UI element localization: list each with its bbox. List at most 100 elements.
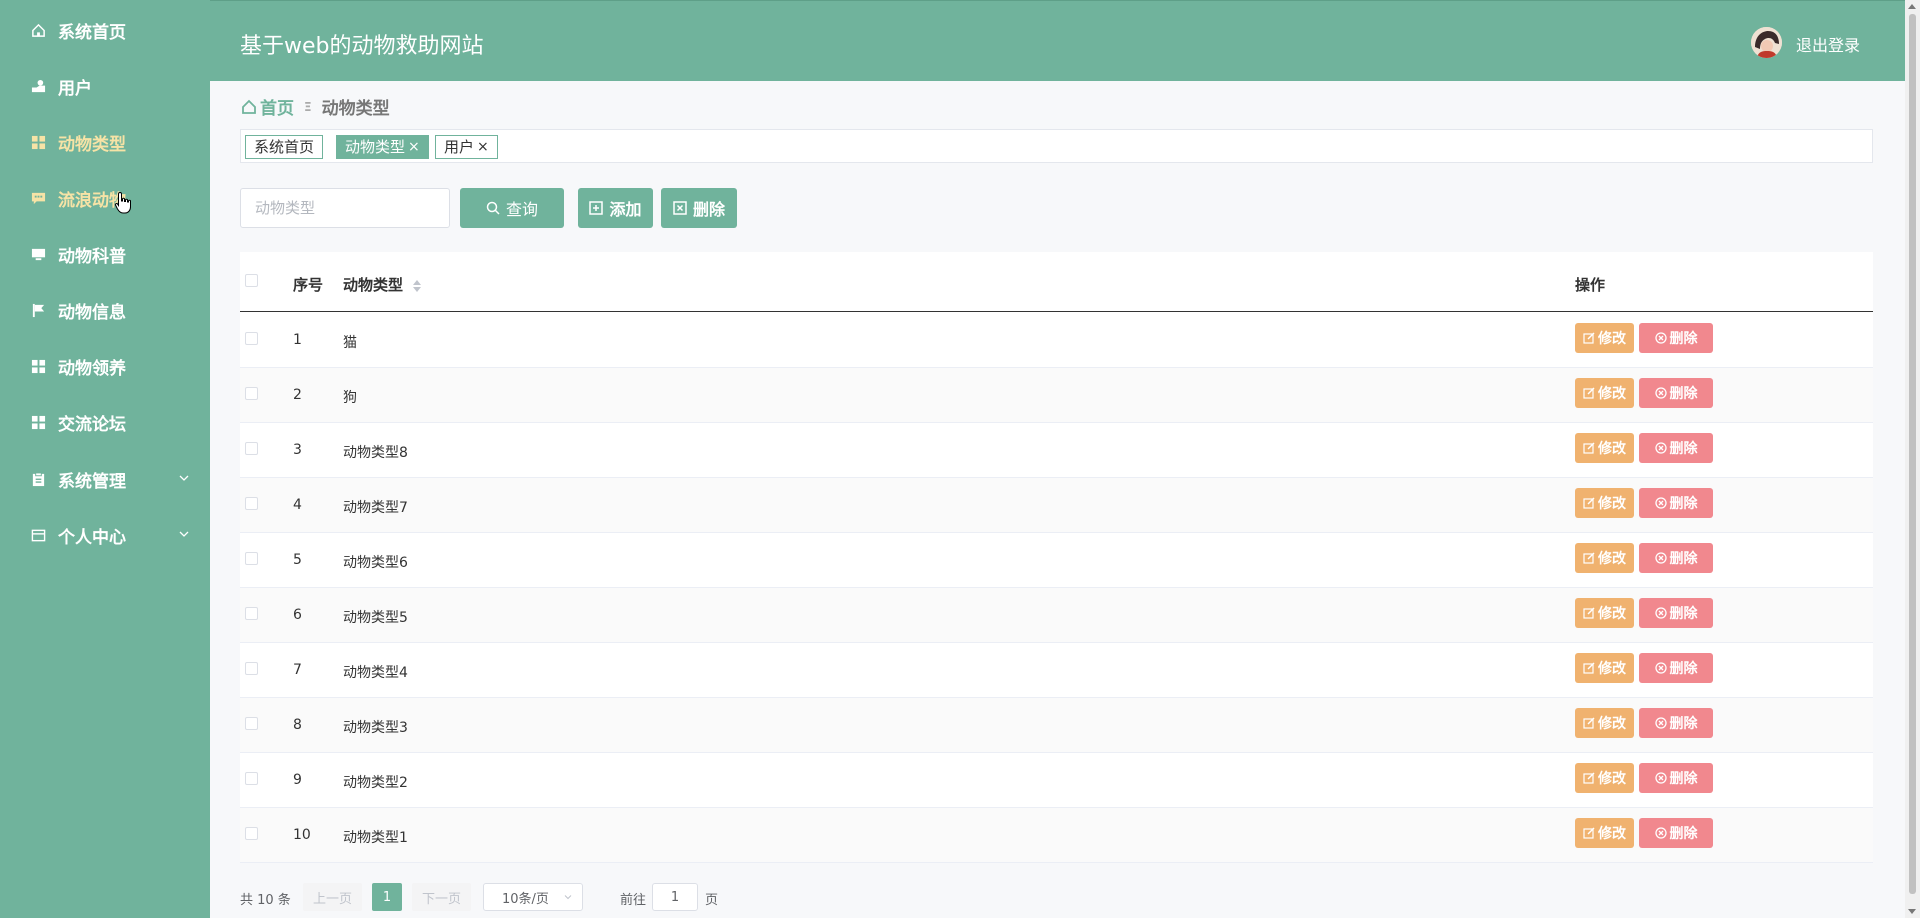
edit-button[interactable]: 修改 — [1575, 818, 1634, 848]
row-index: 6 — [293, 607, 302, 623]
column-header-type[interactable]: 动物类型 — [343, 274, 422, 295]
column-header-index: 序号 — [293, 276, 324, 294]
delete-button-label: 删除 — [1669, 606, 1698, 622]
delete-button[interactable]: 删除 — [1639, 763, 1713, 793]
next-page-button[interactable]: 下一页 — [412, 883, 472, 911]
row-checkbox[interactable] — [245, 387, 258, 400]
vertical-scrollbar[interactable] — [1905, 0, 1920, 918]
row-animal-type: 动物类型2 — [343, 775, 408, 791]
tag-home[interactable]: 系统首页 — [245, 135, 324, 159]
search-input[interactable] — [240, 188, 450, 228]
sidebar-item-user[interactable]: 用户 — [0, 66, 210, 106]
delete-button[interactable]: 删除 — [1639, 433, 1713, 463]
circle-close-icon — [1654, 387, 1667, 399]
row-checkbox[interactable] — [245, 552, 258, 565]
logout-button[interactable]: 退出登录 — [1796, 32, 1860, 56]
sidebar-item-label: 系统管理 — [58, 471, 126, 492]
sidebar-item-stray-animals[interactable]: 流浪动物 — [0, 178, 210, 218]
edit-icon — [1583, 332, 1595, 344]
edit-button-label: 修改 — [1598, 716, 1626, 732]
table-row: 8 动物类型3 修改 删除 — [240, 698, 1873, 753]
breadcrumb-home[interactable]: 首页 — [241, 94, 294, 119]
edit-icon — [1583, 827, 1595, 839]
delete-button[interactable]: 删除 — [1639, 818, 1713, 848]
row-checkbox[interactable] — [245, 772, 258, 785]
table-row: 9 动物类型2 修改 删除 — [240, 753, 1873, 808]
clipboard-icon — [31, 471, 46, 487]
circle-close-icon — [1654, 497, 1667, 509]
row-checkbox[interactable] — [245, 332, 258, 345]
select-all-checkbox[interactable] — [245, 274, 258, 287]
row-checkbox[interactable] — [245, 717, 258, 730]
circle-close-icon — [1654, 662, 1667, 674]
sidebar-item-animal-science[interactable]: 动物科普 — [0, 234, 210, 274]
delete-button-label: 删除 — [1669, 386, 1698, 402]
close-icon[interactable]: × — [477, 136, 489, 158]
edit-button[interactable]: 修改 — [1575, 488, 1634, 518]
delete-button[interactable]: 删除 — [1639, 543, 1713, 573]
column-header-actions: 操作 — [1575, 276, 1606, 294]
sidebar-item-system-admin[interactable]: 系统管理 — [0, 459, 210, 499]
sidebar-item-animal-type[interactable]: 动物类型 — [0, 122, 210, 162]
prev-page-button[interactable]: 上一页 — [303, 883, 363, 911]
sidebar-item-home[interactable]: 系统首页 — [0, 10, 210, 50]
scroll-down-icon[interactable] — [1908, 909, 1916, 914]
page-size-select[interactable]: 10条/页 — [483, 883, 583, 911]
row-animal-type: 动物类型1 — [343, 830, 408, 846]
scrollbar-thumb[interactable] — [1909, 14, 1916, 894]
tag-animal-type[interactable]: 动物类型 × — [336, 135, 429, 159]
edit-button-label: 修改 — [1598, 826, 1626, 842]
delete-button[interactable]: 删除 — [1639, 653, 1713, 683]
edit-icon — [1583, 442, 1595, 454]
edit-button[interactable]: 修改 — [1575, 323, 1634, 353]
delete-button[interactable]: 删除 — [1639, 378, 1713, 408]
edit-button[interactable]: 修改 — [1575, 763, 1634, 793]
add-button[interactable]: 添加 — [578, 188, 653, 228]
row-checkbox[interactable] — [245, 662, 258, 675]
delete-button[interactable]: 删除 — [1639, 323, 1713, 353]
table-header: 序号 动物类型 操作 — [240, 252, 1873, 312]
sidebar-item-forum[interactable]: 交流论坛 — [0, 402, 210, 442]
sidebar-item-animal-info[interactable]: 动物信息 — [0, 290, 210, 330]
row-index: 5 — [293, 552, 302, 568]
row-checkbox[interactable] — [245, 827, 258, 840]
breadcrumb-current: 动物类型 — [321, 99, 390, 119]
row-index: 2 — [293, 387, 302, 403]
row-checkbox[interactable] — [245, 442, 258, 455]
goto-prefix: 前往 — [620, 893, 647, 908]
edit-button[interactable]: 修改 — [1575, 378, 1634, 408]
delete-button[interactable]: 删除 — [1639, 598, 1713, 628]
sidebar: 系统首页 用户 动物类型 流浪动物 动物科普 动物信息 动物领养 交流论坛 系统… — [0, 0, 210, 918]
batch-delete-button[interactable]: 删除 — [661, 188, 737, 228]
table-row: 3 动物类型8 修改 删除 — [240, 423, 1873, 478]
edit-button[interactable]: 修改 — [1575, 543, 1634, 573]
avatar[interactable] — [1751, 27, 1782, 58]
edit-button[interactable]: 修改 — [1575, 708, 1634, 738]
delete-button[interactable]: 删除 — [1639, 708, 1713, 738]
sidebar-item-adoption[interactable]: 动物领养 — [0, 346, 210, 386]
sidebar-item-label: 交流论坛 — [58, 414, 126, 435]
breadcrumb-separator: Ξ — [304, 99, 312, 114]
page-number-button[interactable]: 1 — [372, 883, 402, 911]
edit-button[interactable]: 修改 — [1575, 598, 1634, 628]
sort-icon[interactable] — [413, 279, 422, 292]
sidebar-item-personal-center[interactable]: 个人中心 — [0, 515, 210, 555]
delete-square-icon — [673, 201, 687, 215]
scroll-up-icon[interactable] — [1908, 4, 1916, 9]
edit-button-label: 修改 — [1598, 661, 1626, 677]
delete-button[interactable]: 删除 — [1639, 488, 1713, 518]
goto-page-input[interactable] — [652, 883, 698, 911]
edit-button-label: 修改 — [1598, 441, 1626, 457]
close-icon[interactable]: × — [408, 136, 420, 158]
edit-button[interactable]: 修改 — [1575, 433, 1634, 463]
app-title: 基于web的动物救助网站 — [240, 34, 484, 59]
edit-button-label: 修改 — [1598, 331, 1626, 347]
tag-user[interactable]: 用户 × — [435, 135, 498, 159]
row-checkbox[interactable] — [245, 607, 258, 620]
edit-button-label: 修改 — [1598, 551, 1626, 567]
row-checkbox[interactable] — [245, 497, 258, 510]
circle-close-icon — [1654, 607, 1667, 619]
user-icon — [31, 79, 46, 94]
query-button[interactable]: 查询 — [460, 188, 564, 228]
edit-button[interactable]: 修改 — [1575, 653, 1634, 683]
